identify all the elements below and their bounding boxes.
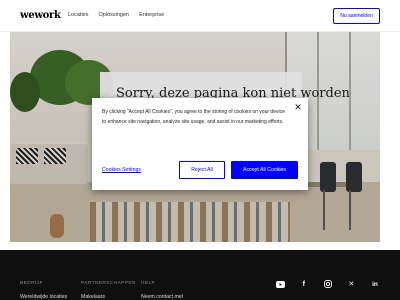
footer-link[interactable]: Makelaars [81, 294, 136, 300]
social-links: f ✕ in [275, 279, 380, 289]
nav-item-enterprise[interactable]: Enterprise [139, 12, 164, 18]
footer-column-bedrijf: BEDRIJF Wereldwijde locaties [20, 281, 67, 300]
top-navigation-bar: wework Locaties Oplossingen Enterprise N… [0, 0, 400, 32]
footer-heading: HELP [141, 281, 156, 286]
login-button[interactable]: Nu aanmelden [333, 8, 380, 24]
footer-column-help: HELP Neem contact met [141, 281, 183, 300]
nav-item-locaties[interactable]: Locaties [68, 12, 89, 18]
footer-heading: BEDRIJF [20, 281, 43, 286]
main-nav: Locaties Oplossingen Enterprise [68, 12, 164, 18]
footer: BEDRIJF Wereldwijde locaties PARTNERSCHA… [0, 250, 400, 300]
reject-all-button[interactable]: Reject All [179, 161, 225, 179]
linkedin-icon[interactable]: in [370, 279, 380, 289]
youtube-icon[interactable] [275, 279, 285, 289]
footer-column-partnerschappen: PARTNERSCHAPPEN Makelaars [81, 281, 136, 300]
footer-heading: PARTNERSCHAPPEN [81, 281, 136, 286]
x-icon[interactable]: ✕ [346, 279, 356, 289]
accept-all-cookies-button[interactable]: Accept All Cookies [231, 161, 298, 179]
close-icon[interactable]: ✕ [294, 103, 302, 112]
wework-logo[interactable]: wework [20, 10, 61, 21]
cookie-consent-dialog: ✕ By clicking “Accept All Cookies”, you … [92, 98, 308, 190]
cookie-consent-text: By clicking “Accept All Cookies”, you ag… [102, 109, 285, 125]
footer-link[interactable]: Wereldwijde locaties [20, 294, 67, 300]
nav-item-oplossingen[interactable]: Oplossingen [99, 12, 130, 18]
facebook-icon[interactable]: f [299, 279, 309, 289]
cookies-settings-link[interactable]: Cookies Settings [102, 167, 141, 173]
instagram-icon[interactable] [323, 279, 333, 289]
footer-link[interactable]: Neem contact met [141, 294, 183, 300]
